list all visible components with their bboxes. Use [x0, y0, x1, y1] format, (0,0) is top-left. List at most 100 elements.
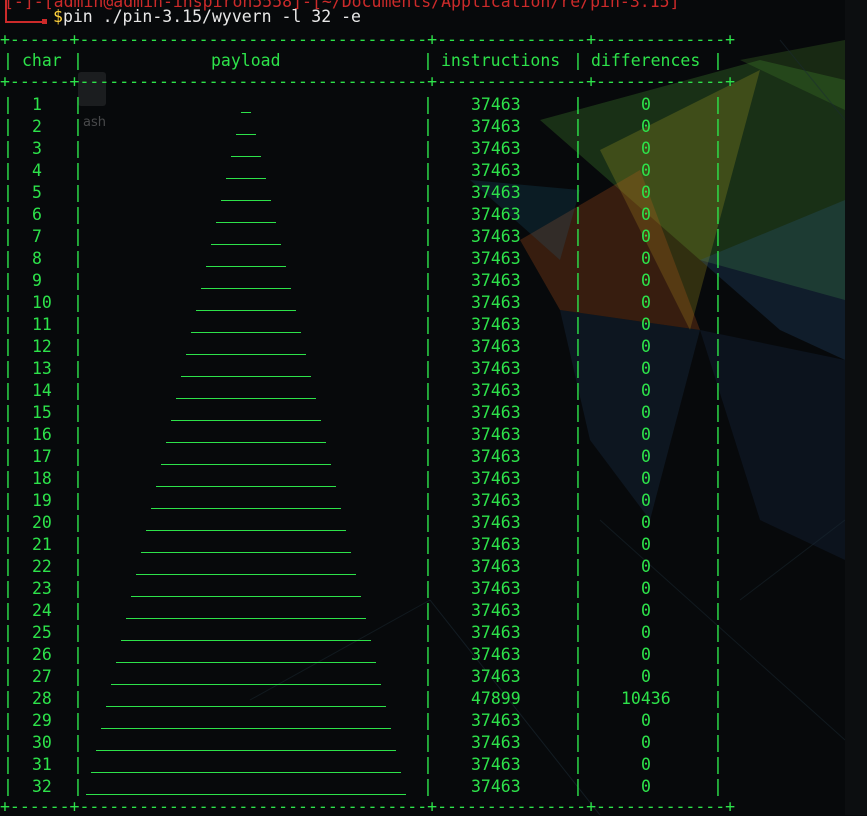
differences-cell: 0	[641, 381, 651, 400]
row-separator: |	[3, 293, 13, 312]
terminal-scrollbar[interactable]	[845, 0, 867, 815]
differences-cell: 0	[641, 205, 651, 224]
differences-cell: 0	[641, 579, 651, 598]
differences-cell: 0	[641, 425, 651, 444]
row-separator: |	[713, 535, 723, 554]
instructions-cell: 37463	[471, 491, 521, 510]
row-separator: |	[73, 711, 83, 730]
row-separator: |	[3, 117, 13, 136]
row-separator: |	[3, 557, 13, 576]
char-cell: 5	[32, 183, 42, 202]
row-separator: |	[423, 447, 433, 466]
char-cell: 25	[32, 623, 52, 642]
instructions-cell: 37463	[471, 337, 521, 356]
row-separator: |	[3, 403, 13, 422]
row-separator: |	[3, 623, 13, 642]
payload-underscores	[191, 332, 301, 333]
differences-cell: 0	[641, 777, 651, 796]
row-separator: |	[573, 667, 583, 686]
differences-cell: 0	[641, 491, 651, 510]
instructions-cell: 37463	[471, 403, 521, 422]
header-separator: |	[573, 51, 583, 70]
header-instructions: instructions	[441, 51, 561, 70]
char-cell: 3	[32, 139, 42, 158]
row-separator: |	[423, 271, 433, 290]
row-separator: |	[573, 95, 583, 114]
row-separator: |	[423, 645, 433, 664]
row-separator: |	[573, 205, 583, 224]
payload-underscores	[91, 772, 401, 773]
row-separator: |	[713, 733, 723, 752]
row-separator: |	[423, 755, 433, 774]
row-separator: |	[423, 205, 433, 224]
row-separator: |	[3, 315, 13, 334]
row-separator: |	[573, 249, 583, 268]
char-cell: 9	[32, 271, 42, 290]
instructions-cell: 37463	[471, 623, 521, 642]
row-separator: |	[573, 381, 583, 400]
row-separator: |	[3, 711, 13, 730]
row-separator: |	[73, 403, 83, 422]
payload-underscores	[196, 310, 296, 311]
header-differences: differences	[591, 51, 701, 70]
payload-underscores	[111, 684, 381, 685]
row-separator: |	[423, 403, 433, 422]
differences-cell: 0	[641, 447, 651, 466]
row-separator: |	[423, 425, 433, 444]
row-separator: |	[573, 711, 583, 730]
payload-underscores	[171, 420, 321, 421]
payload-underscores	[86, 794, 406, 795]
row-separator: |	[573, 755, 583, 774]
row-separator: |	[423, 469, 433, 488]
differences-cell: 0	[641, 403, 651, 422]
row-separator: |	[73, 755, 83, 774]
row-separator: |	[73, 271, 83, 290]
differences-cell: 0	[641, 645, 651, 664]
row-separator: |	[713, 667, 723, 686]
row-separator: |	[423, 337, 433, 356]
row-separator: |	[573, 161, 583, 180]
header-separator: |	[713, 51, 723, 70]
row-separator: |	[3, 139, 13, 158]
payload-underscores	[181, 376, 311, 377]
row-separator: |	[713, 755, 723, 774]
instructions-cell: 37463	[471, 557, 521, 576]
row-separator: |	[573, 359, 583, 378]
instructions-cell: 37463	[471, 645, 521, 664]
char-cell: 8	[32, 249, 42, 268]
payload-underscores	[126, 618, 366, 619]
row-separator: |	[3, 579, 13, 598]
differences-cell: 0	[641, 139, 651, 158]
row-separator: |	[73, 535, 83, 554]
instructions-cell: 37463	[471, 271, 521, 290]
row-separator: |	[713, 645, 723, 664]
command-input[interactable]: pin ./pin-3.15/wyvern -l 32 -e	[63, 7, 361, 26]
row-separator: |	[423, 315, 433, 334]
differences-cell: 0	[641, 95, 651, 114]
row-separator: |	[3, 667, 13, 686]
payload-underscores	[216, 222, 276, 223]
wallpaper	[249, 39, 846, 815]
row-separator: |	[423, 777, 433, 796]
row-separator: |	[73, 469, 83, 488]
row-separator: |	[73, 249, 83, 268]
row-separator: |	[3, 689, 13, 708]
row-separator: |	[423, 117, 433, 136]
instructions-cell: 37463	[471, 601, 521, 620]
row-separator: |	[423, 513, 433, 532]
payload-underscores	[236, 134, 256, 135]
differences-cell: 0	[641, 623, 651, 642]
row-separator: |	[713, 139, 723, 158]
differences-cell: 0	[641, 293, 651, 312]
header-separator: |	[423, 51, 433, 70]
table-border-header: +------+--------------------------------…	[0, 72, 736, 91]
row-separator: |	[3, 513, 13, 532]
char-cell: 32	[32, 777, 52, 796]
row-separator: |	[3, 733, 13, 752]
row-separator: |	[73, 601, 83, 620]
payload-underscores	[116, 662, 376, 663]
row-separator: |	[423, 535, 433, 554]
row-separator: |	[713, 293, 723, 312]
row-separator: |	[713, 491, 723, 510]
row-separator: |	[713, 579, 723, 598]
